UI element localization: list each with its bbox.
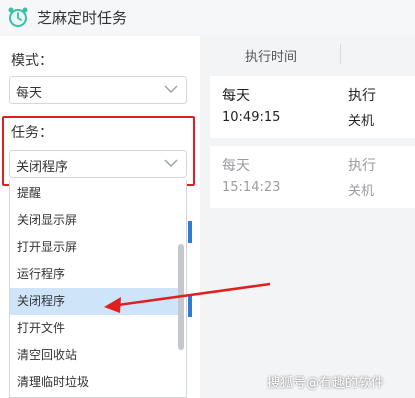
dropdown-item-open-file[interactable]: 打开文件: [10, 315, 178, 342]
side-marker: [188, 295, 192, 317]
mode-label: 模式：: [11, 53, 53, 69]
side-marker: [188, 221, 192, 243]
mode-select-value: 每天: [16, 86, 43, 101]
dropdown-scrollbar[interactable]: [178, 244, 184, 350]
chevron-down-icon: [164, 159, 178, 167]
column-header-exec-time: 执行时间: [245, 50, 298, 65]
dropdown-item-screen-off[interactable]: 关闭显示屏: [10, 207, 178, 234]
row-frequency: 每天: [222, 158, 250, 174]
row-action: 执行: [348, 88, 376, 104]
row-time: 15:14:23: [222, 180, 281, 195]
dropdown-item-empty-recycle-bin[interactable]: 清空回收站: [10, 342, 178, 369]
title-bar: 芝麻定时任务: [0, 0, 415, 36]
dropdown-item-clean-temp[interactable]: 清理临时垃圾: [10, 369, 178, 396]
row-time: 10:49:15: [222, 110, 281, 125]
watermark: 搜狐号@有趣的软件: [267, 376, 385, 391]
mode-select[interactable]: 每天: [9, 76, 187, 104]
row-target: 关机: [348, 184, 375, 199]
row-frequency: 每天: [222, 88, 250, 104]
task-label: 任务：: [11, 125, 53, 141]
row-target: 关机: [348, 114, 375, 129]
dropdown-item-close-program[interactable]: 关闭程序: [10, 288, 178, 315]
dropdown-item-screen-on[interactable]: 打开显示屏: [10, 234, 178, 261]
schedule-row[interactable]: 每天 15:14:23 执行 关机: [210, 146, 415, 208]
chevron-down-icon: [164, 85, 178, 93]
column-separator: [340, 44, 341, 64]
dropdown-item-remind[interactable]: 提醒: [10, 180, 178, 207]
row-action: 执行: [348, 158, 376, 174]
schedule-list-panel: 执行时间 每天 10:49:15 执行 关机 每天 15:14:23 执行 关机: [200, 36, 415, 398]
task-select-value: 关闭程序: [16, 160, 69, 175]
task-select[interactable]: 关闭程序: [9, 150, 187, 178]
alarm-clock-icon: [8, 7, 28, 27]
app-title: 芝麻定时任务: [37, 9, 128, 27]
task-dropdown-list: 提醒 关闭显示屏 打开显示屏 运行程序 关闭程序 打开文件 清空回收站 清理临时…: [9, 180, 187, 398]
schedule-row[interactable]: 每天 10:49:15 执行 关机: [210, 76, 415, 138]
dropdown-item-run-program[interactable]: 运行程序: [10, 261, 178, 288]
task-settings-panel: 模式： 每天 任务： 关闭程序 提醒 关闭显示屏 打开显示屏 运行程序 关闭程序…: [0, 36, 200, 398]
